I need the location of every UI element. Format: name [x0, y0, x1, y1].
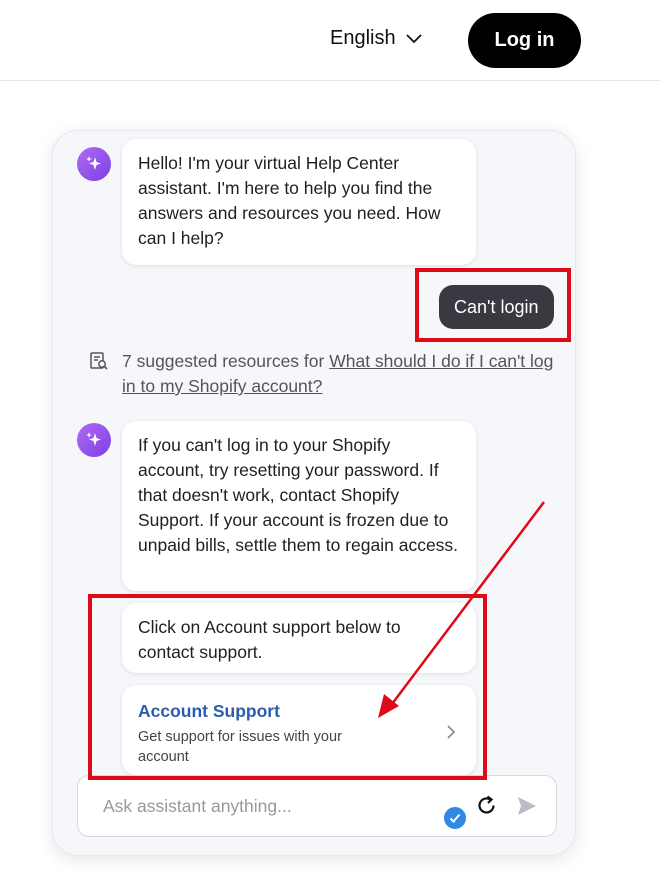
highlight-box-support — [88, 594, 487, 780]
chat-input-box — [77, 775, 557, 837]
highlight-box-user-message — [415, 268, 571, 342]
resources-search-icon — [90, 352, 108, 370]
refresh-icon[interactable] — [475, 794, 499, 818]
login-button[interactable]: Log in — [468, 13, 581, 68]
assistant-avatar — [77, 423, 111, 457]
resources-prefix: 7 suggested resources for — [122, 351, 325, 371]
sparkle-icon — [86, 156, 101, 170]
answer-text: If you can't log in to your Shopify acco… — [138, 435, 459, 555]
language-label: English — [330, 27, 396, 49]
send-icon[interactable] — [516, 795, 538, 817]
language-selector[interactable]: English — [330, 27, 422, 50]
suggested-resources: 7 suggested resources for What should I … — [89, 349, 559, 399]
top-bar: English Log in — [0, 0, 660, 81]
assistant-avatar — [77, 147, 111, 181]
check-icon — [449, 813, 461, 823]
chevron-down-icon — [405, 33, 422, 43]
assistant-answer-message: If you can't log in to your Shopify acco… — [122, 421, 476, 591]
check-badge — [442, 805, 468, 831]
greeting-text: Hello! I'm your virtual Help Center assi… — [138, 153, 441, 248]
chat-input[interactable] — [78, 776, 418, 836]
sparkle-icon — [86, 432, 101, 446]
assistant-greeting-message: Hello! I'm your virtual Help Center assi… — [122, 139, 476, 265]
